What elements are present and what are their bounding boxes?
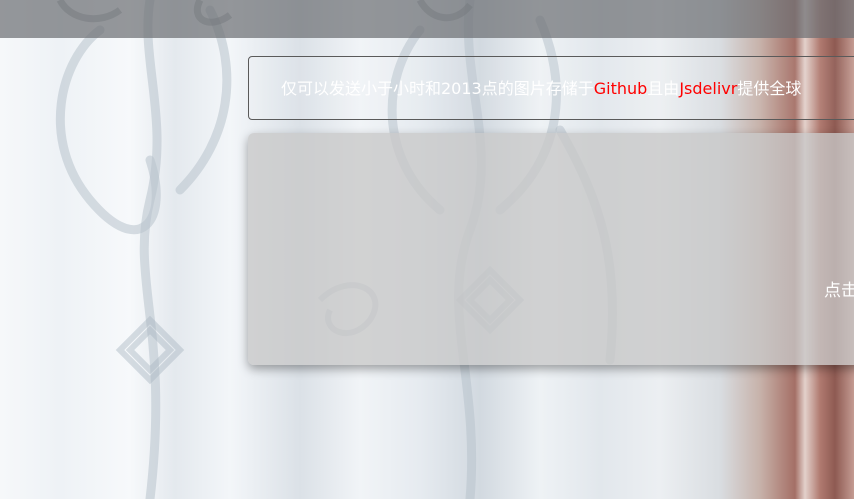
page: 仅可以发送小于小时和2013点的图片存储于Github且由Jsdelivr提供全… (0, 0, 854, 499)
top-navigation-bar (0, 0, 854, 38)
announcement-mid: 且由 (647, 79, 680, 98)
github-highlight: Github (593, 79, 648, 98)
jsdelivr-highlight: Jsdelivr (679, 79, 738, 98)
announcement-prefix: 仅可以发送小于小时和2013点的图片存储于 (281, 79, 594, 98)
announcement-text: 仅可以发送小于小时和2013点的图片存储于Github且由Jsdelivr提供全… (281, 79, 801, 99)
announcement-suffix: 提供全球 (737, 79, 802, 98)
upload-click-link[interactable]: 点击 (824, 281, 854, 301)
upload-card[interactable]: 点击 (248, 133, 854, 365)
announcement-box: 仅可以发送小于小时和2013点的图片存储于Github且由Jsdelivr提供全… (248, 56, 854, 120)
